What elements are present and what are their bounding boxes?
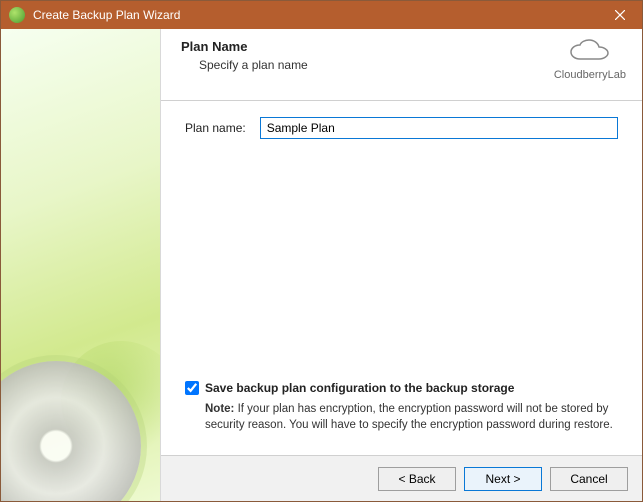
save-option-block: Save backup plan configuration to the ba… (185, 381, 618, 443)
plan-name-label: Plan name: (185, 121, 246, 135)
save-config-row: Save backup plan configuration to the ba… (185, 381, 618, 395)
step-header: Plan Name Specify a plan name Cloudberry… (161, 29, 642, 101)
cancel-button[interactable]: Cancel (550, 467, 628, 491)
save-config-checkbox[interactable] (185, 381, 199, 395)
brand-block: CloudberryLab (554, 39, 626, 81)
plan-name-row: Plan name: (185, 117, 618, 139)
app-icon (9, 7, 25, 23)
wizard-window: Create Backup Plan Wizard Plan Name Spec… (0, 0, 643, 502)
plan-name-input[interactable] (260, 117, 618, 139)
cloud-icon (566, 39, 614, 67)
note-prefix: Note: (205, 403, 234, 415)
window-title: Create Backup Plan Wizard (33, 8, 598, 22)
note-text: If your plan has encryption, the encrypt… (205, 403, 613, 431)
footer-buttons: < Back Next > Cancel (161, 455, 642, 501)
save-config-note: Note: If your plan has encryption, the e… (185, 401, 618, 433)
close-icon (615, 10, 625, 20)
next-button[interactable]: Next > (464, 467, 542, 491)
body-area: Plan Name Specify a plan name Cloudberry… (1, 29, 642, 501)
side-graphic (1, 29, 161, 501)
content-area: Plan name: Save backup plan configuratio… (161, 101, 642, 455)
brand-label: CloudberryLab (554, 69, 626, 81)
close-button[interactable] (598, 1, 642, 29)
main-panel: Plan Name Specify a plan name Cloudberry… (161, 29, 642, 501)
back-button[interactable]: < Back (378, 467, 456, 491)
save-config-label: Save backup plan configuration to the ba… (205, 381, 514, 395)
titlebar: Create Backup Plan Wizard (1, 1, 642, 29)
